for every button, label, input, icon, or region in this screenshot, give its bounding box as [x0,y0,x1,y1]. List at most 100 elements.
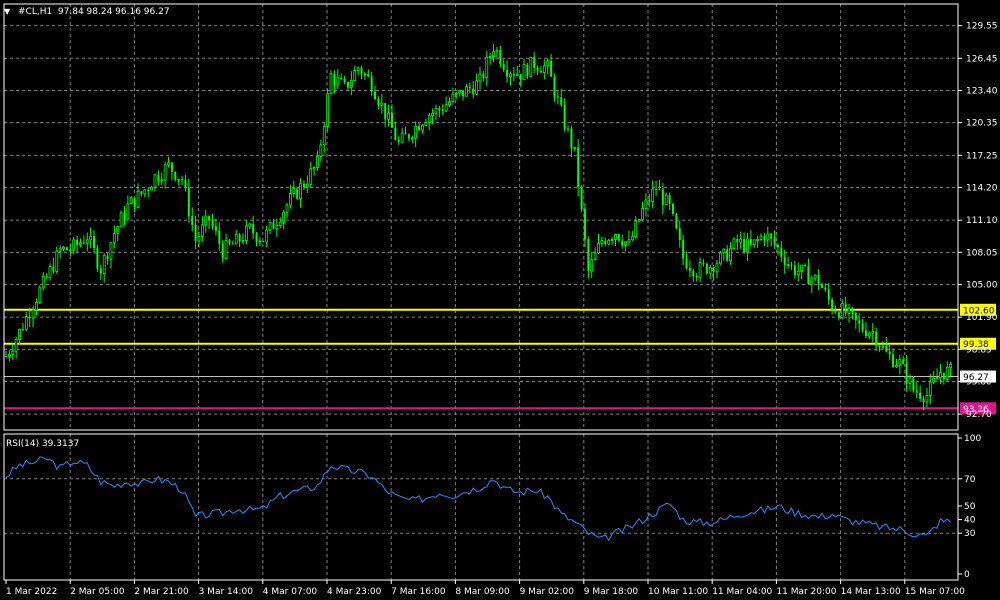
candle-body [895,364,898,368]
candle-body [116,226,120,234]
candle-body [736,238,739,243]
candle-body [265,229,269,243]
candle-body [390,112,393,128]
candle-body [831,299,834,312]
x-tick-label: 1 Mar 2022 [6,587,57,597]
candle-body [627,239,631,243]
x-tick-label: 2 Mar 21:00 [134,587,189,597]
candle-body [577,147,580,188]
candle-body [353,70,357,81]
candle-body [519,74,522,80]
candle-body [238,234,241,242]
candle-body [454,92,458,95]
candle-body [468,86,471,89]
candle-body [499,50,502,65]
candle-body [72,239,76,251]
candle-body [258,240,262,243]
candle-body [776,244,779,248]
candle-body [387,112,390,120]
candle-body [526,64,529,77]
y-tick-label: 126.45 [966,54,998,64]
candle-body [418,126,421,131]
candle-body [824,287,827,290]
candle-body [397,139,400,143]
candle-body [163,164,167,181]
candle-body [621,240,624,246]
candle-body [374,91,377,100]
candle-body [234,234,238,245]
candle-body [305,183,309,188]
candle-body [692,270,695,277]
rsi-tick-label: 70 [964,475,976,485]
candle-body [136,190,140,208]
y-tick-label: 129.55 [966,22,998,32]
candle-body [604,240,607,245]
x-tick-label: 8 Mar 09:00 [455,587,510,597]
candle-body [147,189,150,191]
candle-body [333,73,336,85]
candle-body [109,242,113,260]
candle-body [580,187,583,209]
candle-body [421,125,424,131]
candle-body [729,247,732,262]
candle-body [346,81,349,88]
candle-body [878,345,881,348]
candle-body [79,242,82,246]
candle-body [542,65,546,73]
candle-body [48,266,52,278]
candle-body [858,320,861,324]
candle-body [506,69,509,77]
candle-body [743,239,746,252]
x-tick-label: 9 Mar 02:00 [520,587,575,597]
rsi-tick-label: 50 [964,502,976,512]
candle-body [410,137,414,140]
candle-body [174,171,177,180]
candle-body [448,101,451,106]
candle-body [248,223,252,227]
candle-body [244,225,248,241]
price-level-label: 93.26 [963,405,989,415]
candle-body [820,284,823,288]
candle-body [942,372,945,380]
candle-body [702,262,705,264]
candle-body [861,323,864,331]
rsi-tick-label: 30 [964,529,976,539]
candle-body [200,224,204,237]
candle-body [655,189,658,191]
candle-body [708,266,712,274]
candle-body [255,233,258,242]
candle-body [462,90,465,97]
candle-body [377,99,380,106]
candle-body [610,239,614,241]
candle-body [912,377,915,391]
candle-body [319,144,323,157]
candle-body [919,392,922,399]
candle-body [570,128,573,149]
candle-body [85,239,89,244]
candle-body [197,235,201,242]
candle-body [102,255,106,274]
candle-body [482,74,485,78]
candle-body [278,221,282,226]
candle-body [285,204,289,213]
candle-body [112,233,116,244]
candle-body [434,107,438,114]
candle-body [177,178,181,181]
menu-arrow-icon[interactable]: ▼ [4,7,11,16]
candle-body [140,191,143,194]
candle-body [167,162,170,166]
candle-body [851,308,854,313]
candle-body [698,262,702,278]
candle-body [153,174,157,188]
candle-body [62,246,65,250]
candle-body [35,301,38,311]
candle-body [587,239,590,271]
candle-body [400,132,404,143]
candle-body [224,239,228,259]
candle-body [854,312,857,321]
candle-body [607,239,611,245]
candle-body [553,76,556,97]
candle-body [793,265,796,275]
y-tick-label: 108.05 [966,248,998,258]
candle-body [813,274,817,279]
